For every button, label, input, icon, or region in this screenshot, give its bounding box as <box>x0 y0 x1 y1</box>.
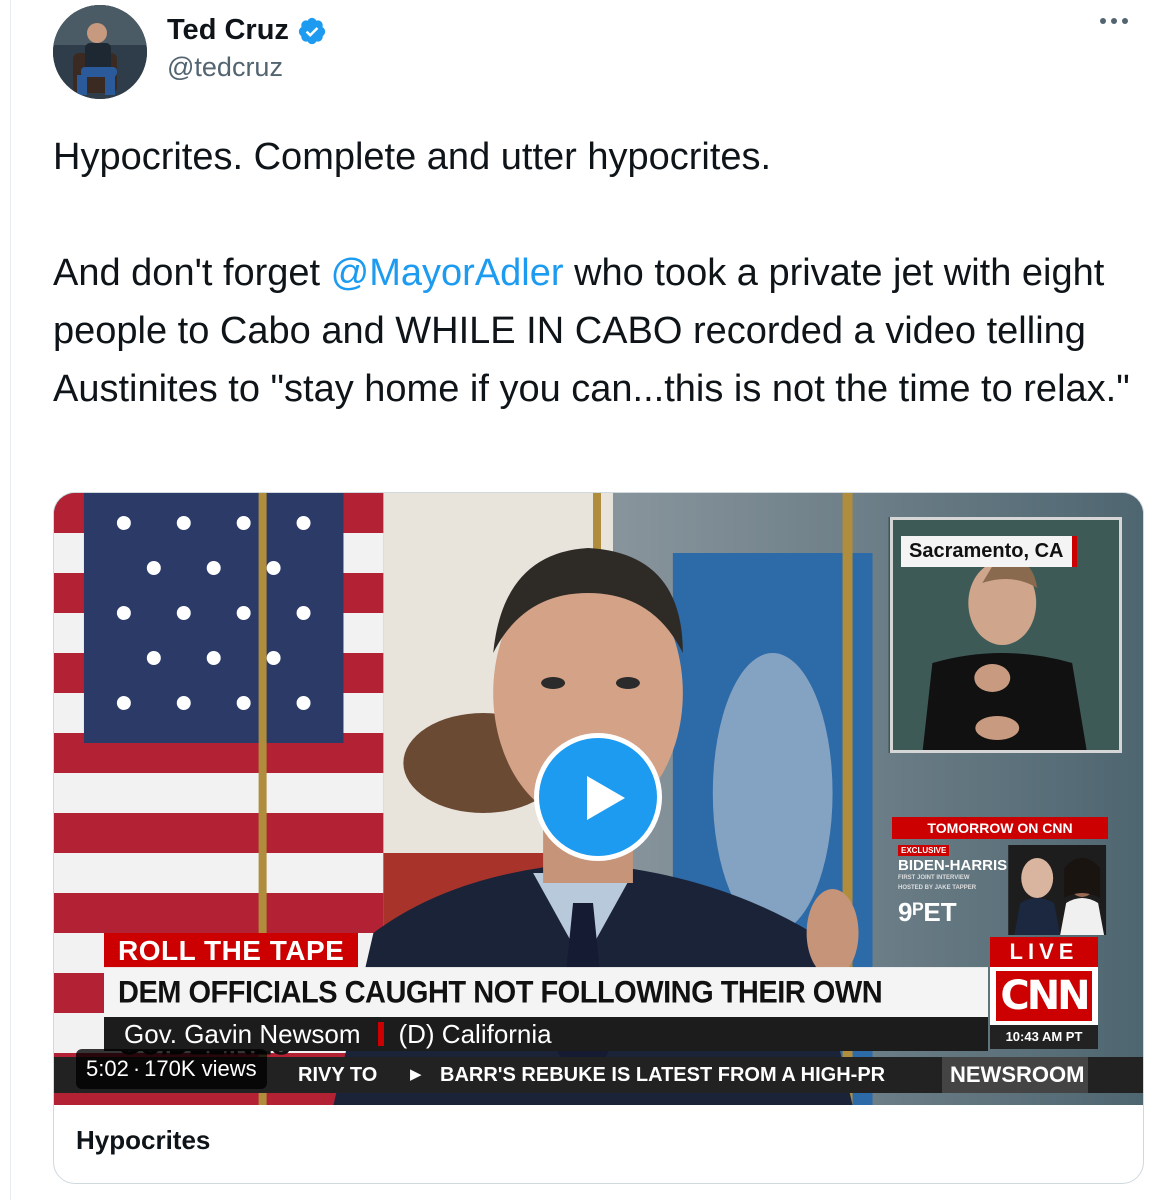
play-button[interactable] <box>534 733 662 861</box>
more-dot <box>1111 18 1117 24</box>
sign-language-inset: Sacramento, CA <box>890 517 1122 753</box>
ticker-show-name: NEWSROOM <box>942 1057 1088 1093</box>
verified-badge-icon <box>297 16 327 46</box>
video-stats-badge: 5:02 · 170K views <box>76 1049 267 1089</box>
chyron-headline: DEM OFFICIALS CAUGHT NOT FOLLOWING THEIR… <box>104 967 988 1062</box>
video-title[interactable]: Hypocrites <box>76 1125 210 1156</box>
more-dot <box>1122 18 1128 24</box>
network-bug: LIVE CNN 10:43 AM PT <box>990 937 1098 1049</box>
author-display-name[interactable]: Ted Cruz <box>167 14 289 47</box>
video-views: 170K views <box>144 1056 257 1081</box>
tweet-text-line1: Hypocrites. Complete and utter hypocrite… <box>53 136 772 178</box>
promo-subtitle: FIRST JOINT INTERVIEW <box>898 875 970 881</box>
promo-title: BIDEN-HARRIS <box>898 857 1008 874</box>
tweet-card: Ted Cruz @tedcruz Hypocrites. Complete a… <box>10 0 1156 1200</box>
author-avatar[interactable] <box>53 5 147 99</box>
promo-time: 9ᴾET <box>898 897 957 927</box>
cnn-logo: CNN <box>996 971 1092 1021</box>
promo-exclusive-badge: EXCLUSIVE <box>898 845 950 856</box>
inset-location-label: Sacramento, CA <box>901 536 1077 567</box>
ticker-text-b: BARR'S REBUKE IS LATEST FROM A HIGH-PR <box>440 1064 886 1086</box>
mention-link[interactable]: @MayorAdler <box>331 252 564 294</box>
play-icon <box>587 776 625 820</box>
video-card[interactable]: Sacramento, CA TOMORROW ON CNN EXCLUSIVE… <box>53 492 1144 1184</box>
speaker-detail: (D) California <box>398 1019 552 1049</box>
segment-tab: ROLL THE TAPE <box>104 933 359 969</box>
video-player[interactable]: Sacramento, CA TOMORROW ON CNN EXCLUSIVE… <box>54 493 1143 1105</box>
promo-header: TOMORROW ON CNN <box>892 817 1108 839</box>
ticker-text-a: RIVY TO <box>298 1064 378 1086</box>
chyron-subline: Gov. Gavin Newsom (D) California <box>104 1017 988 1051</box>
stats-separator: · <box>132 1056 141 1081</box>
video-duration: 5:02 <box>86 1056 129 1081</box>
more-dot <box>1100 18 1106 24</box>
tweet-text: Hypocrites. Complete and utter hypocrite… <box>53 128 1153 418</box>
promo-box: TOMORROW ON CNN EXCLUSIVE BIDEN-HARRIS F… <box>892 817 1108 935</box>
avatar-image <box>53 5 147 99</box>
speaker-name: Gov. Gavin Newsom <box>124 1019 361 1049</box>
author-handle[interactable]: @tedcruz <box>167 52 283 83</box>
more-options-icon[interactable] <box>1100 18 1128 24</box>
live-label: LIVE <box>990 937 1098 967</box>
broadcast-clock: 10:43 AM PT <box>990 1025 1098 1049</box>
ticker-arrow-icon: ▶ <box>410 1066 422 1083</box>
chyron-separator <box>378 1022 385 1046</box>
tweet-text-pre: And don't forget <box>53 252 331 294</box>
author-name-row: Ted Cruz <box>167 14 327 47</box>
promo-host: HOSTED BY JAKE TAPPER <box>898 885 977 891</box>
